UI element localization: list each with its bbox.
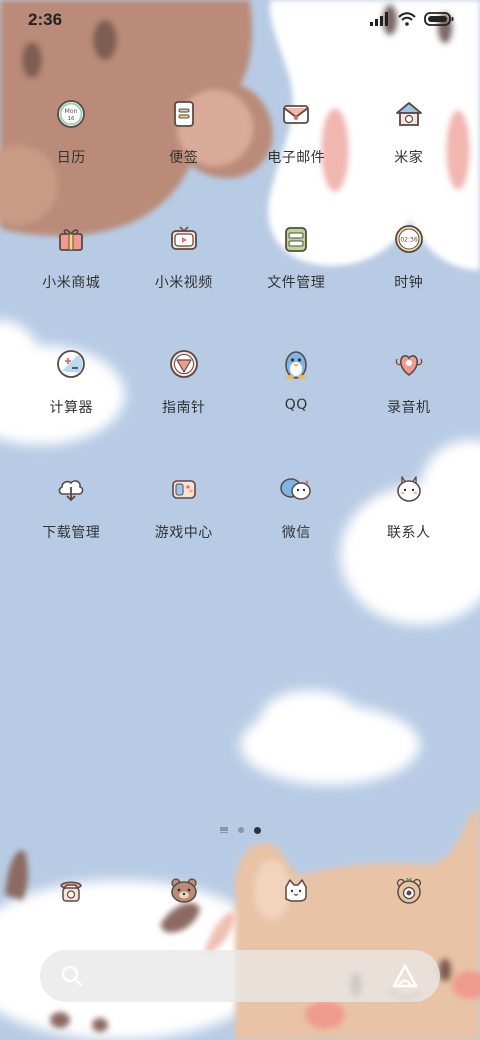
compass-icon	[167, 347, 201, 381]
app-calculator[interactable]: 计算器	[15, 347, 128, 419]
svg-text:Mon: Mon	[65, 108, 78, 115]
app-compass[interactable]: 指南针	[128, 347, 241, 419]
search-icon	[61, 965, 83, 987]
dock-camera[interactable]	[353, 870, 466, 910]
phone-icon	[60, 881, 83, 902]
calendar-icon: Mon 16	[54, 97, 88, 131]
app-label: 米家	[394, 150, 424, 166]
search-bar[interactable]	[40, 950, 440, 1002]
status-bar: 2:36	[0, 0, 480, 42]
dock-chat[interactable]	[240, 870, 353, 910]
qq-penguin-icon	[279, 347, 313, 381]
email-icon	[279, 97, 313, 131]
video-tv-icon	[167, 222, 201, 256]
svg-text:02:36: 02:36	[400, 237, 417, 244]
assistant-icon[interactable]	[390, 963, 420, 989]
app-label: 游戏中心	[154, 525, 213, 541]
wechat-icon	[279, 472, 313, 506]
app-label: 微信	[281, 525, 311, 541]
app-clock[interactable]: 02:36 时钟	[353, 222, 466, 294]
app-label: 录音机	[387, 400, 431, 416]
wifi-icon	[398, 12, 416, 26]
app-label: 小米视频	[154, 275, 213, 291]
page-indicator[interactable]	[0, 824, 480, 836]
gift-shop-icon	[54, 222, 88, 256]
app-qq[interactable]: QQ	[240, 347, 353, 419]
app-label: 联系人	[387, 525, 431, 541]
battery-icon	[424, 12, 454, 26]
gamepad-icon	[167, 472, 201, 506]
app-wechat[interactable]: 微信	[240, 472, 353, 544]
app-label: 电子邮件	[267, 150, 326, 166]
status-icons	[370, 12, 454, 26]
app-contacts[interactable]: 联系人	[353, 472, 466, 544]
app-label: 下载管理	[42, 525, 101, 541]
app-grid: Mon 16 日历 便签 电子邮件 米家 小米商城 小米视频 文件管理 02:3…	[15, 97, 465, 544]
app-label: 小米商城	[42, 275, 101, 291]
dock	[15, 870, 465, 910]
dock-phone[interactable]	[15, 870, 128, 910]
download-cloud-icon	[54, 472, 88, 506]
app-label: QQ	[284, 397, 308, 413]
clock-icon: 02:36	[392, 222, 426, 256]
status-time: 2:36	[28, 10, 63, 29]
camera-bear-icon	[396, 877, 421, 904]
app-game-center[interactable]: 游戏中心	[128, 472, 241, 544]
app-file-manager[interactable]: 文件管理	[240, 222, 353, 294]
page-indicator-menu-icon	[219, 827, 228, 833]
cat-chat-icon	[285, 879, 307, 902]
app-calendar[interactable]: Mon 16 日历	[15, 97, 128, 169]
app-notes[interactable]: 便签	[128, 97, 241, 169]
recorder-icon	[392, 347, 426, 381]
app-label: 日历	[56, 150, 86, 166]
app-label: 计算器	[49, 400, 93, 416]
cellular-signal-icon	[370, 12, 388, 26]
dock-messages[interactable]	[128, 870, 241, 910]
file-manager-icon	[279, 222, 313, 256]
bear-messages-icon	[171, 878, 197, 903]
page-dot-active	[253, 826, 261, 834]
app-label: 指南针	[162, 400, 206, 416]
app-label: 便签	[169, 150, 199, 166]
app-mi-video[interactable]: 小米视频	[128, 222, 241, 294]
calculator-icon	[54, 347, 88, 381]
app-recorder[interactable]: 录音机	[353, 347, 466, 419]
mijia-home-icon	[392, 97, 426, 131]
contacts-bunny-icon	[392, 472, 426, 506]
page-dot	[237, 827, 244, 833]
app-label: 时钟	[394, 275, 424, 291]
app-label: 文件管理	[267, 275, 326, 291]
svg-text:16: 16	[68, 116, 75, 122]
notes-icon	[167, 97, 201, 131]
app-mi-store[interactable]: 小米商城	[15, 222, 128, 294]
app-email[interactable]: 电子邮件	[240, 97, 353, 169]
app-downloads[interactable]: 下载管理	[15, 472, 128, 544]
app-mijia[interactable]: 米家	[353, 97, 466, 169]
